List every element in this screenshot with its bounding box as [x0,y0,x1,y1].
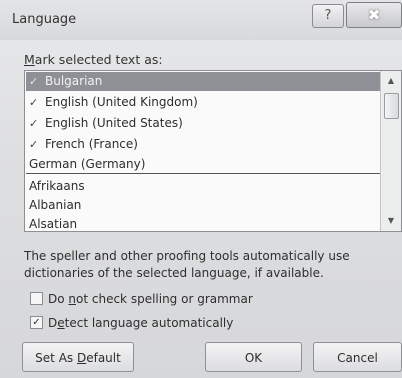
help-button[interactable]: ? [312,4,344,28]
list-item[interactable]: Alsatian [26,215,381,231]
list-item-label: English (United States) [45,116,183,130]
cancel-button[interactable]: Cancel [313,342,402,372]
list-item-label: Albanian [29,198,82,212]
detect-language-checkbox[interactable]: ✓ [30,316,43,329]
spellcheck-icon: ✓ [29,138,39,151]
list-item[interactable]: Afrikaans [26,177,381,196]
no-check-spelling-checkbox[interactable] [30,292,43,305]
spellcheck-icon: ✓ [29,75,39,88]
list-scrollbar[interactable]: ▲ ▼ [380,71,401,231]
title-bar: Language ? ✖ [0,0,402,40]
list-item[interactable]: Albanian [26,196,381,215]
scroll-up-icon[interactable]: ▲ [381,73,401,89]
list-item-label: Afrikaans [29,179,85,193]
mark-selected-text-label: Mark selected text as: [24,52,163,67]
list-item[interactable]: ✓ English (United States) [26,114,381,133]
list-item-label: German (Germany) [29,157,146,171]
spellcheck-icon: ✓ [29,117,39,130]
no-check-spelling-label: Do not check spelling or grammar [48,292,253,306]
spellcheck-icon: ✓ [29,96,39,109]
language-listbox[interactable]: ✓ Bulgarian ✓ English (United Kingdom) ✓ En… [24,70,402,232]
close-icon: ✖ [367,6,381,24]
detect-language-label: Detect language automatically [48,316,234,330]
list-item-label: Alsatian [29,217,78,231]
list-item-label: English (United Kingdom) [45,95,198,109]
scroll-thumb[interactable] [384,93,399,119]
list-item[interactable]: ✓ English (United Kingdom) [26,93,381,112]
proofing-info-text: The speller and other proofing tools aut… [24,249,350,280]
language-dialog: Language ? ✖ Mark selected text as: ✓ Bul… [0,0,402,378]
set-as-default-button[interactable]: Set As Default [22,342,134,372]
ok-button[interactable]: OK [205,342,302,372]
list-item[interactable]: German (Germany) [26,155,381,174]
scroll-down-icon[interactable]: ▼ [381,213,401,229]
list-item[interactable]: ✓ Bulgarian [26,72,381,91]
list-item[interactable]: ✓ French (France) [26,135,381,154]
close-button[interactable]: ✖ [346,2,402,28]
list-item-label: Bulgarian [45,74,103,88]
list-item-label: French (France) [45,137,138,151]
dialog-title: Language [12,12,77,27]
